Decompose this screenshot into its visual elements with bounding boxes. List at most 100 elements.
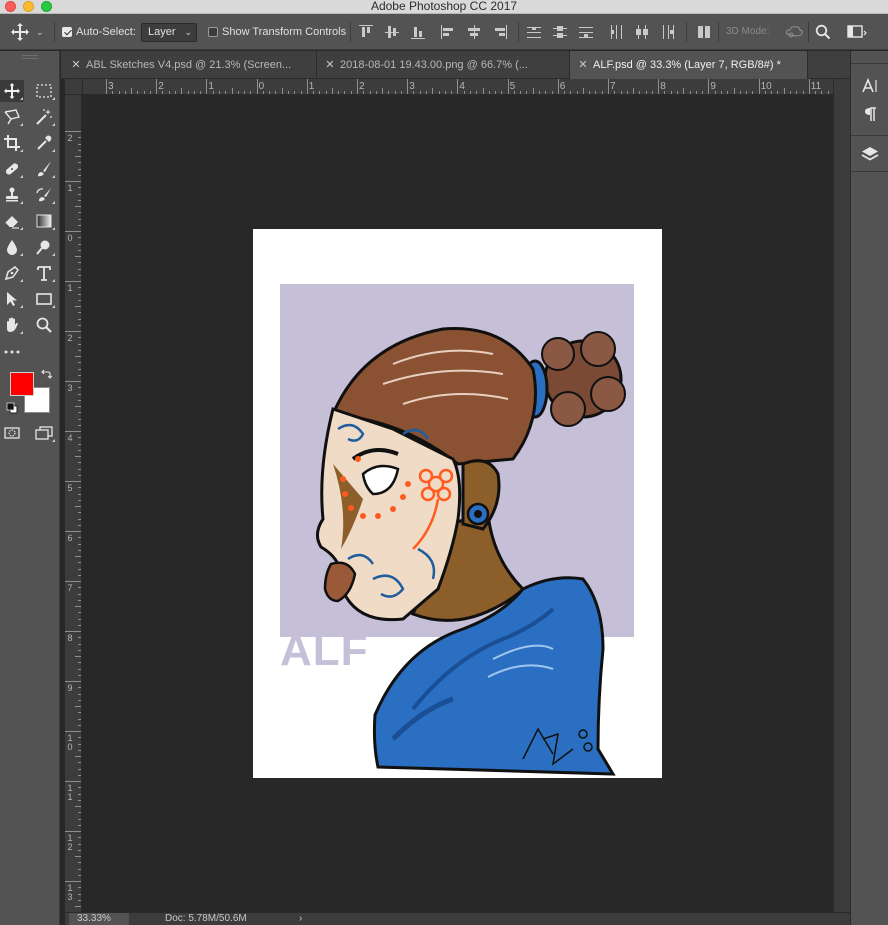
move-tool[interactable] [0, 80, 24, 102]
dodge-tool[interactable] [32, 236, 56, 258]
document-tab-active[interactable]: ✕ ALF.psd @ 33.3% (Layer 7, RGB/8#) * [570, 51, 808, 80]
distribute-left-edges-icon[interactable] [609, 25, 623, 39]
path-selection-tool[interactable] [0, 288, 24, 310]
document-tab[interactable]: ✕ 2018-08-01 19.43.00.png @ 66.7% (... [317, 51, 570, 79]
ruler-tick [570, 91, 572, 94]
ruler-tick [65, 281, 81, 282]
character-panel-icon[interactable] [857, 73, 883, 99]
ruler-tick [595, 91, 597, 94]
ruler-tick [206, 79, 208, 94]
history-brush-tool[interactable] [32, 184, 56, 206]
ruler-tick [78, 318, 81, 320]
zoom-level-field[interactable]: 33.33% [69, 913, 129, 925]
ruler-tick [344, 91, 346, 94]
distribute-top-edges-icon[interactable] [527, 25, 541, 39]
canvas-vertical-scrollbar[interactable] [833, 79, 850, 912]
distribute-vertical-centers-icon[interactable] [553, 25, 567, 39]
quick-mask-button[interactable] [0, 422, 24, 444]
align-horizontal-centers-icon[interactable] [467, 25, 481, 39]
ruler-tick [821, 91, 823, 94]
horizontal-ruler[interactable]: 3 2 1 0 1 2 3 4 5 6 7 8 9 10 11 [83, 79, 833, 95]
3d-mode-label: 3D Mode: [726, 26, 770, 37]
distribute-bottom-edges-icon[interactable] [579, 25, 593, 39]
ruler-tick [124, 91, 126, 94]
close-tab-icon[interactable]: ✕ [576, 51, 590, 79]
rectangle-tool[interactable] [32, 288, 56, 310]
crop-tool[interactable] [0, 132, 24, 154]
document-size-info[interactable]: Doc: 5.78M/50.6M [165, 913, 247, 925]
foreground-color-swatch[interactable] [10, 372, 34, 396]
ruler-tick [75, 256, 81, 257]
swap-colors-icon[interactable] [40, 368, 53, 383]
blur-tool[interactable] [0, 236, 24, 258]
show-transform-controls-checkbox[interactable]: Show Transform Controls [208, 14, 346, 50]
clone-stamp-tool[interactable] [0, 184, 24, 206]
ruler-tick [350, 91, 352, 94]
ruler-tick [306, 79, 308, 94]
align-right-edges-icon[interactable] [493, 25, 507, 39]
auto-select-checkbox[interactable]: Auto-Select: [62, 14, 136, 50]
screen-mode-button[interactable] [32, 422, 56, 444]
eraser-tool[interactable] [0, 210, 24, 232]
ruler-tick [708, 79, 710, 94]
polygonal-lasso-icon [4, 109, 20, 125]
ruler-tick [175, 91, 177, 94]
hand-tool[interactable] [0, 314, 24, 336]
ruler-number: 10 [760, 81, 772, 92]
ruler-tick [78, 537, 81, 539]
pen-tool[interactable] [0, 262, 24, 284]
edit-toolbar-button[interactable] [0, 340, 24, 362]
close-tab-icon[interactable]: ✕ [69, 51, 83, 79]
align-top-edges-icon[interactable] [359, 25, 373, 39]
distribute-horizontal-centers-icon[interactable] [635, 25, 649, 39]
layers-panel-icon[interactable] [857, 141, 883, 167]
ruler-tick [162, 91, 164, 94]
ruler-tick [294, 91, 296, 94]
move-tool-preset[interactable]: ⌄ [10, 14, 44, 50]
close-tab-icon[interactable]: ✕ [323, 51, 337, 79]
ruler-tick [419, 91, 421, 94]
ruler-tick [156, 79, 158, 94]
healing-brush-tool[interactable] [0, 158, 24, 180]
auto-select-target-value: Layer [148, 26, 176, 38]
align-left-edges-icon[interactable] [441, 25, 455, 39]
auto-select-target-dropdown[interactable]: Layer ⌄ [141, 23, 197, 42]
ruler-tick [78, 593, 81, 595]
workspace-switcher-icon[interactable] [847, 24, 867, 43]
lasso-tool[interactable] [0, 106, 24, 128]
tab-label: ALF.psd @ 33.3% (Layer 7, RGB/8#) * [593, 59, 781, 71]
ruler-tick [557, 79, 559, 94]
document-canvas[interactable]: ALF [253, 229, 662, 778]
ruler-number: 2 [67, 333, 73, 343]
ruler-tick [78, 199, 81, 201]
eyedropper-tool[interactable] [32, 132, 56, 154]
magic-wand-icon [36, 109, 52, 125]
3d-orbit-icon[interactable] [784, 23, 804, 44]
ruler-origin[interactable] [65, 79, 83, 95]
divider [518, 22, 519, 42]
distribute-right-edges-icon[interactable] [661, 25, 675, 39]
search-icon[interactable] [815, 24, 831, 43]
ruler-tick [75, 456, 81, 457]
default-colors-icon[interactable] [6, 402, 18, 417]
gradient-tool[interactable] [32, 210, 56, 232]
magic-wand-tool[interactable] [32, 106, 56, 128]
document-tab[interactable]: ✕ ABL Sketches V4.psd @ 21.3% (Screen... [63, 51, 317, 79]
brush-tool[interactable] [32, 158, 56, 180]
ruler-tick [78, 412, 81, 414]
zoom-tool[interactable] [32, 314, 56, 336]
marquee-tool[interactable] [32, 80, 56, 102]
type-tool[interactable] [32, 262, 56, 284]
vertical-ruler[interactable]: 21012345678910111213 [65, 95, 82, 912]
ruler-tick [65, 481, 81, 482]
panel-grip[interactable] [22, 55, 38, 59]
paragraph-panel-icon[interactable] [857, 101, 883, 127]
ruler-tick [75, 156, 81, 157]
auto-align-layers-icon[interactable] [697, 25, 711, 39]
status-menu-arrow[interactable]: › [299, 913, 302, 925]
align-vertical-centers-icon[interactable] [385, 25, 399, 39]
align-bottom-edges-icon[interactable] [411, 25, 425, 39]
screen-mode-icon [35, 426, 53, 440]
ruler-tick [78, 343, 81, 345]
ruler-tick [131, 88, 133, 94]
